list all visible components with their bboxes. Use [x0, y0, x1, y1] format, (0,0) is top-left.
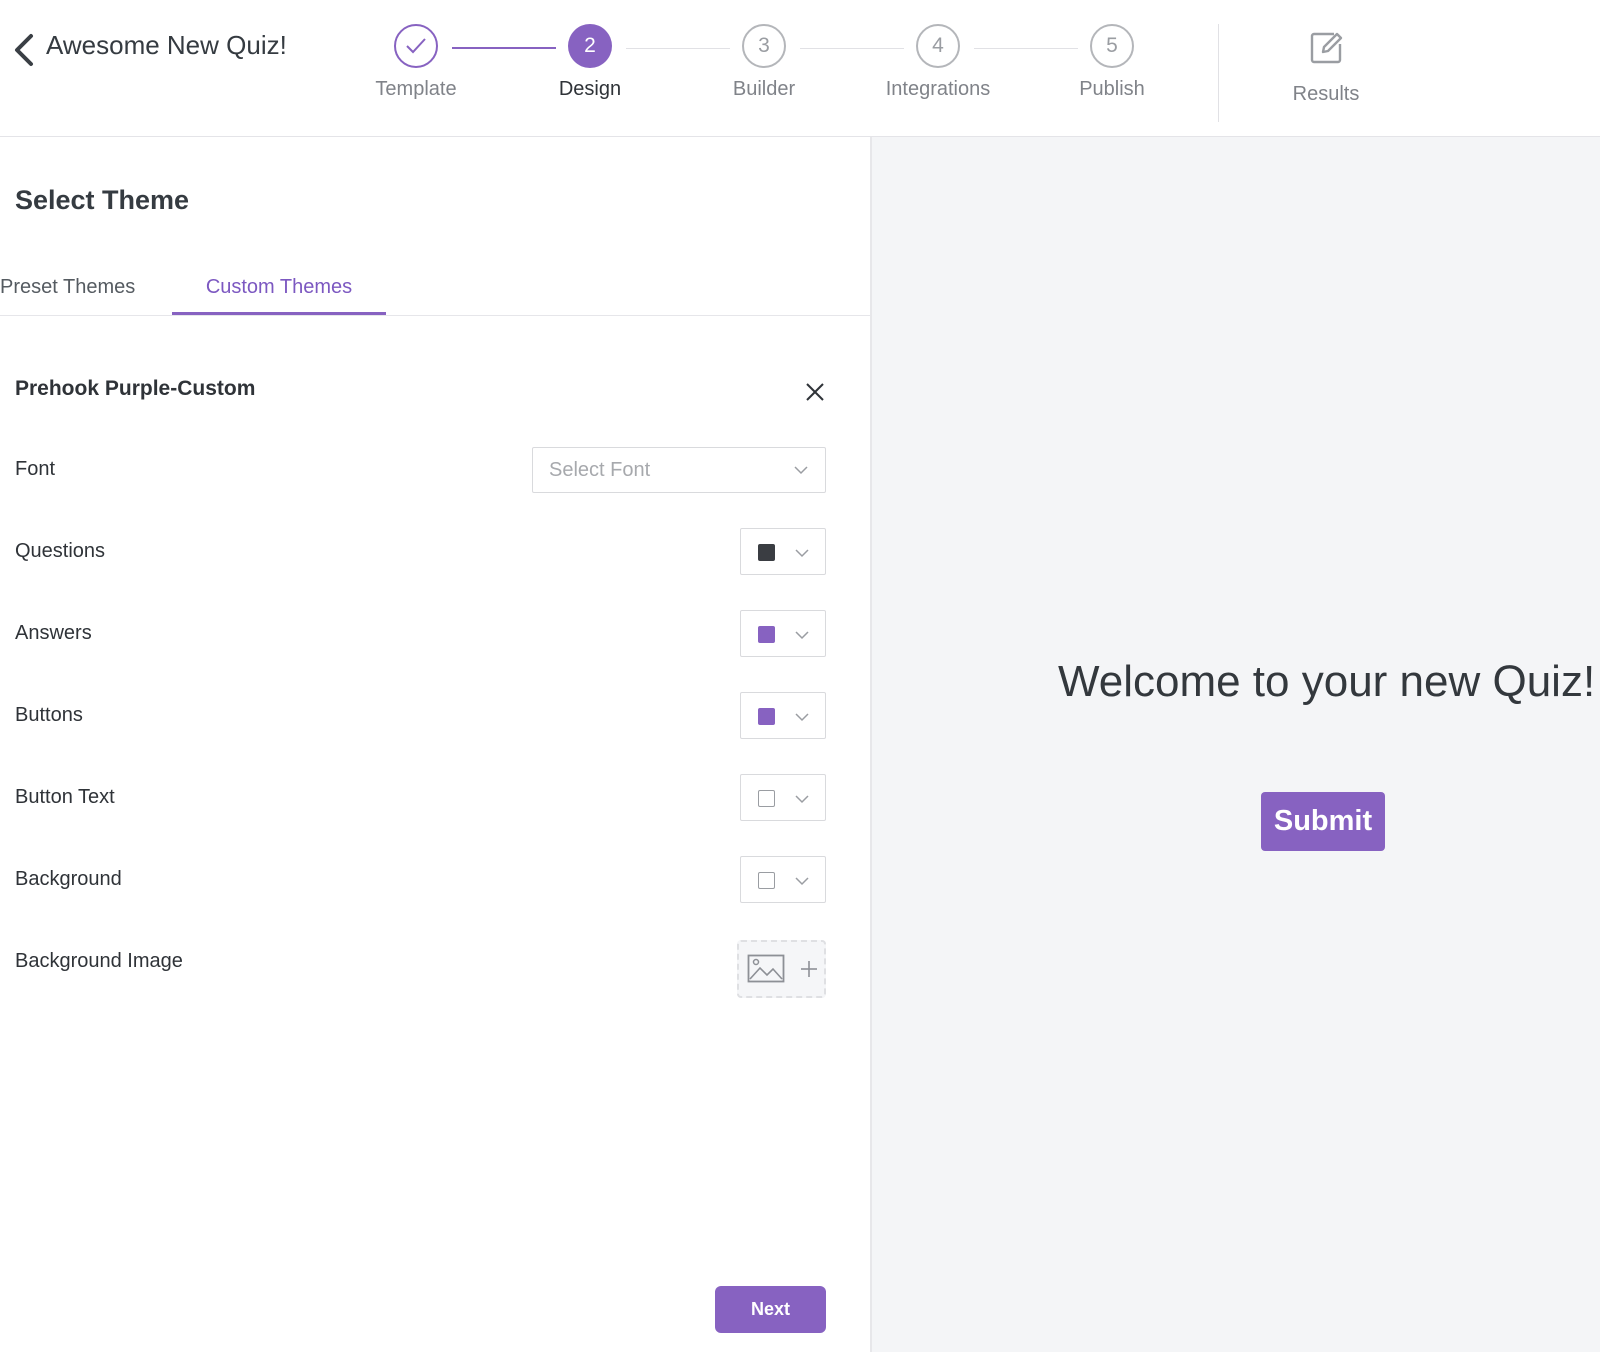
- color-swatch: [758, 708, 775, 725]
- color-swatch: [758, 872, 775, 889]
- step-integrations[interactable]: 4 Integrations: [868, 24, 1008, 101]
- buttons-color-label: Buttons: [15, 704, 83, 726]
- active-tab-indicator: [172, 312, 386, 315]
- close-icon: [806, 383, 824, 401]
- step-publish[interactable]: 5 Publish: [1042, 24, 1182, 101]
- step-circle: [394, 24, 438, 68]
- step-builder[interactable]: 3 Builder: [694, 24, 834, 101]
- answers-color-picker[interactable]: [740, 610, 826, 657]
- check-icon: [406, 38, 426, 54]
- questions-color-label: Questions: [15, 540, 106, 562]
- chevron-down-icon: [795, 877, 809, 886]
- step-label: Publish: [1079, 78, 1145, 100]
- tab-custom-themes[interactable]: Custom Themes: [172, 255, 386, 315]
- step-template[interactable]: Template: [346, 24, 486, 101]
- button-text-color-label: Button Text: [15, 786, 115, 808]
- step-number: 3: [742, 24, 786, 68]
- section-title: Select Theme: [15, 185, 190, 215]
- color-swatch: [758, 626, 775, 643]
- step-label: Builder: [732, 78, 796, 100]
- tab-preset-themes[interactable]: Preset Themes: [0, 255, 160, 315]
- buttons-color-picker[interactable]: [740, 692, 826, 739]
- step-design[interactable]: 2 Design: [520, 24, 660, 101]
- step-number: 5: [1090, 24, 1134, 68]
- background-image-upload[interactable]: [737, 940, 826, 998]
- results-button[interactable]: Results: [1270, 30, 1382, 106]
- image-icon: [747, 954, 785, 983]
- next-button[interactable]: Next: [715, 1286, 826, 1333]
- background-color-picker[interactable]: [740, 856, 826, 903]
- quiz-title: Awesome New Quiz!: [46, 30, 287, 60]
- submit-button[interactable]: Submit: [1261, 792, 1385, 851]
- results-label: Results: [1292, 83, 1360, 105]
- edit-icon: [1310, 32, 1343, 64]
- welcome-container: Welcome to your new Quiz!: [1058, 657, 1598, 707]
- font-select[interactable]: Select Font: [532, 447, 826, 493]
- step-label: Template: [375, 78, 457, 100]
- background-image-label: Background Image: [15, 950, 183, 972]
- color-swatch: [758, 790, 775, 807]
- answers-color-label: Answers: [15, 622, 92, 644]
- font-label: Font: [15, 458, 56, 480]
- back-button[interactable]: [6, 28, 42, 72]
- font-select-placeholder: Select Font: [549, 459, 651, 481]
- step-label: Design: [558, 78, 622, 100]
- welcome-heading: Welcome to your new Quiz!: [1058, 657, 1596, 706]
- chevron-down-icon: [794, 466, 808, 475]
- top-bar: Awesome New Quiz! Template 2 Design 3 Bu…: [0, 0, 1600, 137]
- button-text-color-picker[interactable]: [740, 774, 826, 821]
- chevron-left-icon: [15, 34, 33, 66]
- chevron-down-icon: [795, 795, 809, 804]
- chevron-down-icon: [795, 631, 809, 640]
- theme-tabs: Preset Themes Custom Themes: [0, 255, 870, 316]
- custom-theme-name: Prehook Purple-Custom: [15, 377, 256, 400]
- color-swatch: [758, 544, 775, 561]
- close-theme-button[interactable]: [800, 377, 830, 407]
- questions-color-picker[interactable]: [740, 528, 826, 575]
- chevron-down-icon: [795, 713, 809, 722]
- step-number: 4: [916, 24, 960, 68]
- header-divider: [1218, 24, 1219, 122]
- background-color-label: Background: [15, 868, 122, 890]
- theme-panel: Select Theme Preset Themes Custom Themes…: [0, 137, 872, 1352]
- quiz-preview: Welcome to your new Quiz! Submit: [872, 137, 1600, 1352]
- plus-icon: [801, 961, 817, 977]
- step-number: 2: [568, 24, 612, 68]
- chevron-down-icon: [795, 549, 809, 558]
- step-label: Integrations: [885, 78, 991, 100]
